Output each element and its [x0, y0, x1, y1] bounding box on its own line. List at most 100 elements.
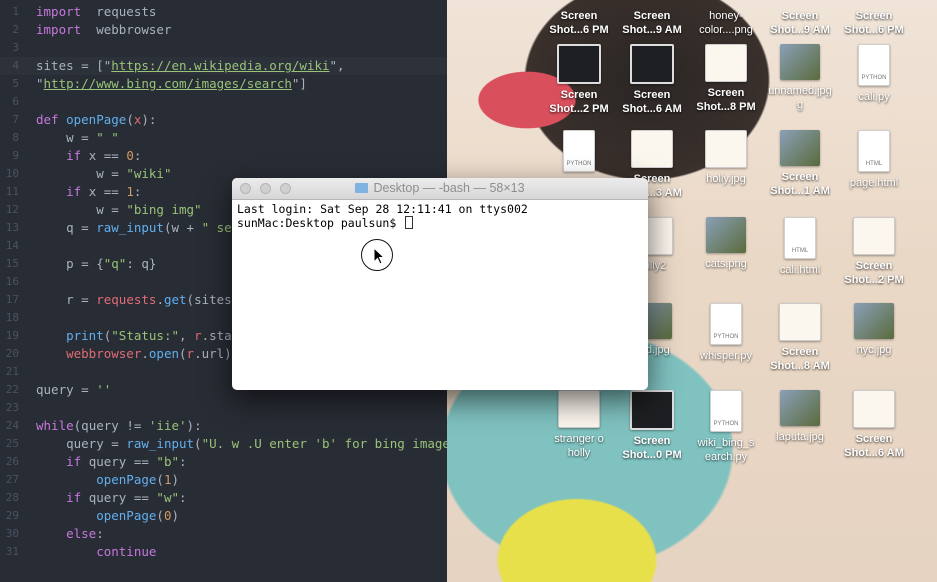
- desktop-file-icon[interactable]: laputa.jpg: [763, 390, 837, 444]
- file-name-label: unnamed.jpg g: [768, 85, 832, 111]
- desktop-file-icon[interactable]: stranger o holly: [542, 390, 616, 460]
- prompt-line[interactable]: sunMac:Desktop paulsun$: [237, 216, 643, 230]
- file-thumbnail-icon: PYTHON: [563, 130, 595, 172]
- code-line[interactable]: 29 openPage(0): [0, 507, 447, 525]
- file-name-label: cali.html: [779, 264, 821, 276]
- desktop-file-icon[interactable]: HTML cali.html: [763, 217, 837, 277]
- shell-prompt: sunMac:Desktop paulsun$: [237, 216, 404, 230]
- file-name-label: whisper.py: [700, 350, 752, 362]
- code-line[interactable]: 27 openPage(1): [0, 471, 447, 489]
- code-text: w = " ": [36, 130, 119, 145]
- folder-icon: [355, 183, 369, 193]
- file-name-label: Screen Shot...2 PM: [844, 260, 904, 286]
- code-line[interactable]: 5 "http://www.bing.com/images/search"]: [0, 75, 447, 93]
- desktop-file-icon[interactable]: Screen Shot...9 AM: [763, 5, 837, 37]
- terminal-title-text: Desktop — -bash — 58×13: [373, 181, 525, 195]
- file-thumbnail-icon: [853, 390, 895, 428]
- file-name-label: Screen Shot...1 AM: [770, 171, 830, 197]
- code-text: if x == 0:: [36, 148, 142, 163]
- code-text: webbrowser.open(r.url): [36, 346, 232, 361]
- file-name-label: laputa.jpg: [776, 431, 824, 443]
- code-line[interactable]: 31 continue: [0, 543, 447, 561]
- line-number: 13: [5, 221, 19, 234]
- file-name-label: Screen Shot...6 PM: [549, 10, 609, 36]
- desktop-file-icon[interactable]: unnamed.jpg g: [763, 44, 837, 112]
- desktop-file-icon[interactable]: Screen Shot...6 AM: [837, 390, 911, 460]
- desktop-file-icon[interactable]: PYTHON wiki_bing_s earch.py: [689, 390, 763, 464]
- code-text: import requests: [36, 4, 157, 19]
- desktop-file-icon[interactable]: honey- color....png: [689, 5, 763, 37]
- line-number: 27: [5, 473, 19, 486]
- code-line[interactable]: 6: [0, 93, 447, 111]
- code-line[interactable]: 3: [0, 39, 447, 57]
- desktop-file-icon[interactable]: Screen Shot...1 AM: [763, 130, 837, 198]
- code-line[interactable]: 24 while(query != 'iie'):: [0, 417, 447, 435]
- file-name-label: Screen Shot...0 PM: [622, 435, 682, 461]
- code-text: def openPage(x):: [36, 112, 157, 127]
- file-thumbnail-icon: [630, 390, 674, 430]
- file-thumbnail-icon: [705, 130, 747, 168]
- desktop-file-icon[interactable]: Screen Shot...2 PM: [542, 44, 616, 116]
- code-text: if query == "w":: [36, 490, 187, 505]
- code-line[interactable]: 1 import requests: [0, 3, 447, 21]
- terminal-output[interactable]: Last login: Sat Sep 28 12:11:41 on ttys0…: [232, 200, 648, 233]
- file-name-label: holly.jpg: [706, 173, 746, 185]
- line-number: 12: [5, 203, 19, 216]
- line-number: 16: [5, 275, 19, 288]
- code-line[interactable]: 23: [0, 399, 447, 417]
- code-text: if x == 1:: [36, 184, 142, 199]
- line-number: 9: [12, 149, 19, 162]
- line-number: 23: [5, 401, 19, 414]
- code-line[interactable]: 30 else:: [0, 525, 447, 543]
- file-thumbnail-icon: [853, 217, 895, 255]
- desktop-file-icon[interactable]: PYTHON cali.py: [837, 44, 911, 104]
- terminal-window[interactable]: Desktop — -bash — 58×13 Last login: Sat …: [232, 178, 648, 390]
- desktop-file-icon[interactable]: PYTHON whisper.py: [689, 303, 763, 363]
- line-number: 28: [5, 491, 19, 504]
- desktop-file-icon[interactable]: PYTHON: [542, 130, 616, 172]
- code-line[interactable]: 8 w = " ": [0, 129, 447, 147]
- line-number: 18: [5, 311, 19, 324]
- desktop-file-icon[interactable]: nyc.jpg: [837, 303, 911, 357]
- desktop-file-icon[interactable]: Screen Shot...9 AM: [615, 5, 689, 37]
- file-name-label: nyc.jpg: [856, 344, 892, 356]
- desktop-file-icon[interactable]: Screen Shot...2 PM: [837, 217, 911, 287]
- line-number: 6: [12, 95, 19, 108]
- file-name-label: Screen Shot...6 AM: [844, 433, 904, 459]
- line-number: 26: [5, 455, 19, 468]
- desktop-file-icon[interactable]: Screen Shot...6 PM: [542, 5, 616, 37]
- desktop-file-icon[interactable]: cats.png: [689, 217, 763, 271]
- line-number: 3: [12, 41, 19, 54]
- code-line[interactable]: 2 import webbrowser: [0, 21, 447, 39]
- code-line[interactable]: 26 if query == "b":: [0, 453, 447, 471]
- code-line[interactable]: 7 def openPage(x):: [0, 111, 447, 129]
- desktop-file-icon[interactable]: Screen Shot...6 PM: [837, 5, 911, 37]
- code-line[interactable]: 28 if query == "w":: [0, 489, 447, 507]
- line-number: 24: [5, 419, 19, 432]
- line-number: 30: [5, 527, 19, 540]
- file-thumbnail-icon: [705, 44, 747, 82]
- file-name-label: stranger o holly: [554, 433, 604, 459]
- file-thumbnail-icon: PYTHON: [858, 44, 890, 86]
- file-thumbnail-icon: HTML: [784, 217, 816, 259]
- file-name-label: cali.py: [858, 91, 890, 103]
- desktop-file-icon[interactable]: Screen Shot...8 AM: [763, 303, 837, 373]
- code-text: else:: [36, 526, 104, 541]
- line-number: 15: [5, 257, 19, 270]
- code-line[interactable]: 25 query = raw_input("U. w .U enter 'b' …: [0, 435, 447, 453]
- code-line[interactable]: 4 sites = ["https://en.wikipedia.org/wiki…: [0, 57, 447, 75]
- code-line[interactable]: 9 if x == 0:: [0, 147, 447, 165]
- file-thumbnail-icon: [854, 303, 894, 339]
- code-text: import webbrowser: [36, 22, 172, 37]
- desktop-file-icon[interactable]: Screen Shot...0 PM: [615, 390, 689, 462]
- terminal-titlebar[interactable]: Desktop — -bash — 58×13: [232, 178, 648, 200]
- file-name-label: Screen Shot...6 PM: [844, 10, 904, 36]
- desktop-file-icon[interactable]: HTML page.html: [837, 130, 911, 190]
- desktop-file-icon[interactable]: Screen Shot...8 PM: [689, 44, 763, 114]
- line-number: 5: [12, 77, 19, 90]
- desktop-file-icon[interactable]: holly.jpg: [689, 130, 763, 186]
- line-number: 14: [5, 239, 19, 252]
- file-name-label: wiki_bing_s earch.py: [697, 437, 755, 463]
- text-cursor: [405, 216, 414, 229]
- desktop-file-icon[interactable]: Screen Shot...6 AM: [615, 44, 689, 116]
